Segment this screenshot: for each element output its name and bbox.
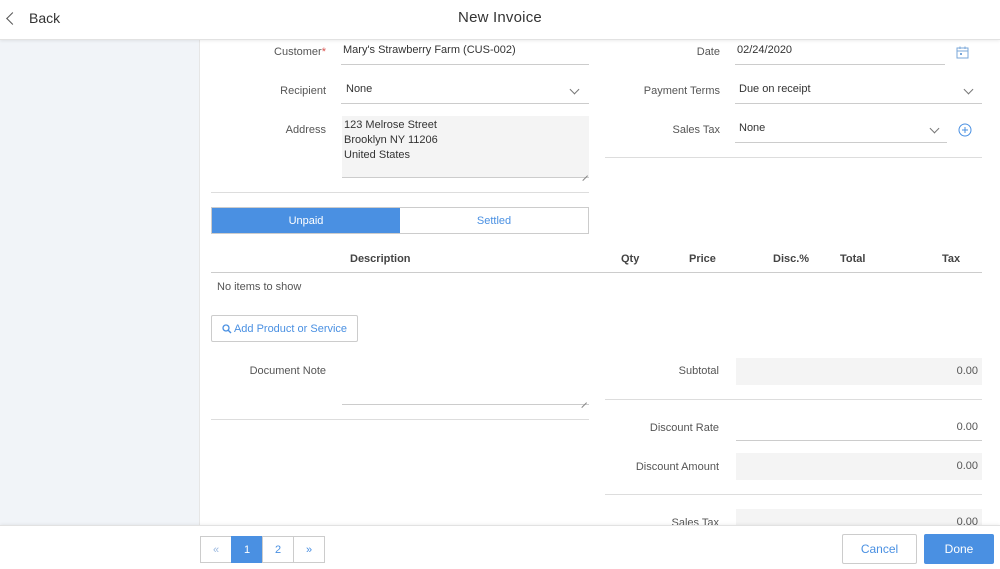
pagination-page-1[interactable]: 1: [231, 536, 263, 563]
recipient-label: Recipient: [280, 85, 326, 97]
col-total: Total: [840, 253, 866, 265]
sales-tax-summary-label: Sales Tax: [671, 517, 720, 525]
page-title: New Invoice: [458, 9, 542, 26]
address-line-3: United States: [344, 149, 411, 161]
sales-tax-select[interactable]: None: [735, 122, 947, 143]
pagination-page-2[interactable]: 2: [262, 536, 294, 563]
resize-handle-icon[interactable]: [582, 170, 588, 176]
document-note-label: Document Note: [249, 365, 326, 377]
discount-rate-label: Discount Rate: [649, 422, 719, 434]
col-qty: Qty: [621, 253, 640, 265]
col-price: Price: [689, 253, 716, 265]
payment-terms-select[interactable]: Due on receipt: [735, 83, 982, 104]
recipient-value: None: [346, 83, 373, 95]
divider: [605, 157, 982, 158]
sales-tax-value: None: [739, 122, 766, 134]
col-disc: Disc.%: [773, 253, 810, 265]
discount-amount-value: 0.00: [736, 453, 982, 480]
address-textarea[interactable]: 123 Melrose Street Brooklyn NY 11206 Uni…: [342, 116, 589, 178]
footer-bar: « 1 2 » Cancel Done: [0, 525, 1000, 569]
divider: [211, 192, 589, 193]
customer-field[interactable]: Mary's Strawberry Farm (CUS-002): [341, 44, 589, 65]
sales-tax-summary-value: 0.00: [736, 509, 982, 525]
payment-terms-value: Due on receipt: [739, 83, 811, 95]
col-tax: Tax: [942, 253, 961, 265]
calendar-icon[interactable]: [956, 46, 969, 59]
done-button[interactable]: Done: [924, 534, 994, 564]
date-field[interactable]: 02/24/2020: [735, 44, 945, 65]
required-mark: *: [321, 46, 326, 58]
resize-handle-icon[interactable]: [581, 397, 587, 403]
add-tax-icon[interactable]: [958, 123, 972, 137]
subtotal-value: 0.00: [736, 358, 982, 385]
invoice-form: Customer* Mary's Strawberry Farm (CUS-00…: [200, 40, 1000, 525]
status-toggle: Unpaid Settled: [211, 207, 589, 234]
pagination-prev[interactable]: «: [200, 536, 232, 563]
address-label: Address: [285, 124, 326, 136]
pagination-next[interactable]: »: [293, 536, 325, 563]
address-line-2: Brooklyn NY 11206: [344, 134, 438, 146]
col-description: Description: [350, 253, 411, 265]
divider: [211, 419, 589, 420]
divider: [605, 494, 982, 495]
tab-settled[interactable]: Settled: [400, 208, 588, 233]
address-line-1: 123 Melrose Street: [344, 119, 437, 131]
date-label: Date: [696, 46, 720, 58]
empty-items-text: No items to show: [217, 281, 302, 293]
top-bar: Back New Invoice: [0, 0, 1000, 40]
recipient-select[interactable]: None: [341, 83, 589, 104]
payment-terms-label: Payment Terms: [643, 85, 720, 97]
discount-amount-label: Discount Amount: [635, 461, 719, 473]
search-icon: [222, 323, 232, 333]
document-note-textarea[interactable]: [342, 360, 589, 405]
table-header-divider: [211, 272, 982, 273]
subtotal-label: Subtotal: [678, 365, 719, 377]
tab-unpaid[interactable]: Unpaid: [212, 208, 400, 233]
customer-label-text: Customer: [274, 46, 322, 58]
add-product-button[interactable]: Add Product or Service: [211, 315, 358, 342]
discount-rate-input[interactable]: 0.00: [736, 414, 982, 441]
divider: [605, 399, 982, 400]
cancel-button[interactable]: Cancel: [842, 534, 917, 564]
sales-tax-label: Sales Tax: [672, 124, 721, 136]
sidebar: [0, 40, 200, 525]
customer-label: Customer*: [240, 46, 326, 58]
add-product-label: Add Product or Service: [233, 322, 348, 335]
